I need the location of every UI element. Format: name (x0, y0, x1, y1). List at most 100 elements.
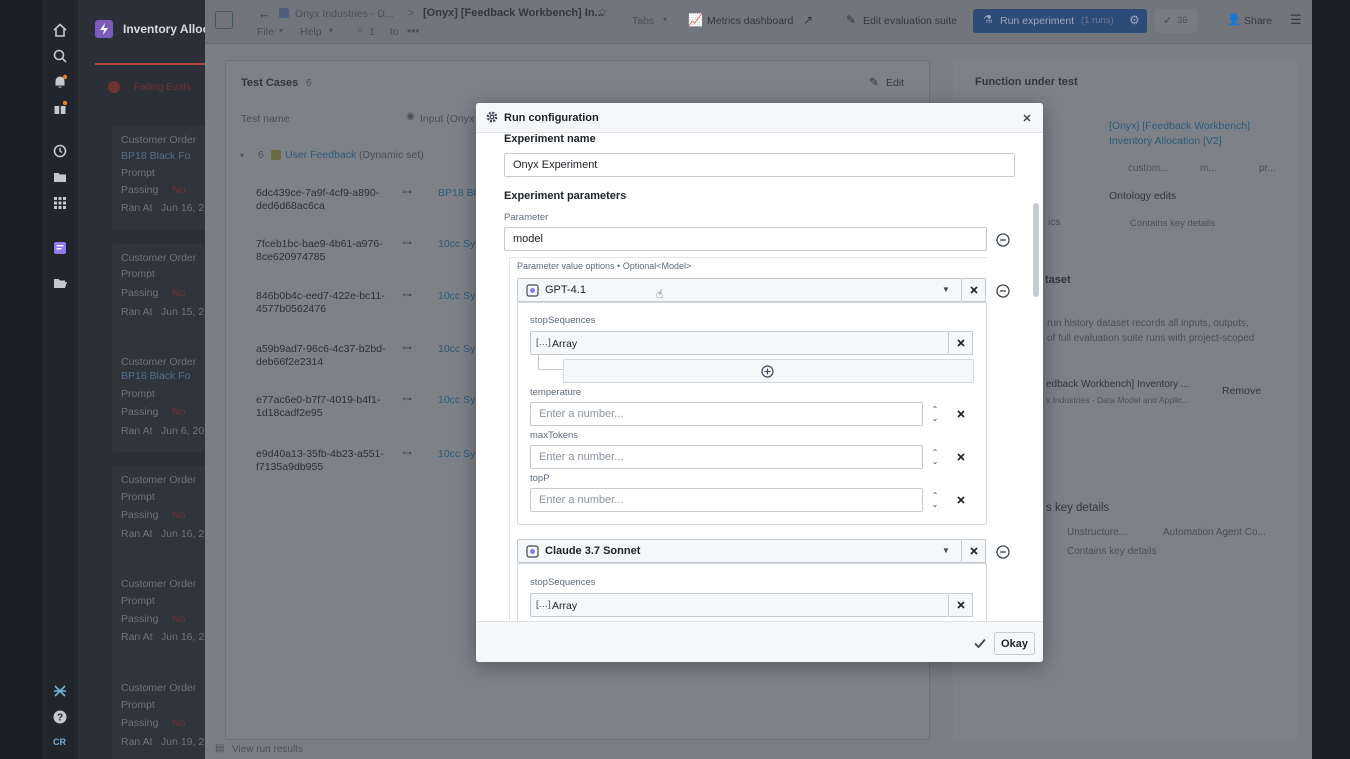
flask-icon: ⚗ (983, 14, 993, 26)
parameter-input[interactable]: model (504, 227, 987, 251)
add-circle-icon (761, 365, 774, 378)
max-tokens-input[interactable]: Enter a number... (530, 445, 923, 469)
dataset-desc-2: of full evaluation suite runs with proje… (1047, 333, 1255, 344)
chip-3[interactable]: pr... (1259, 163, 1276, 174)
chevron-down-icon[interactable]: ▾ (240, 151, 244, 160)
breadcrumb-page[interactable]: [Onyx] [Feedback Workbench] In... (423, 7, 604, 19)
remove-parameter-icon[interactable] (995, 232, 1011, 248)
stop-sequences-array[interactable]: […] Array (530, 331, 949, 355)
star-icon[interactable]: ☆ (597, 5, 608, 19)
remove-option-1-icon[interactable] (995, 283, 1011, 299)
remove-option-2-icon[interactable] (995, 544, 1011, 560)
bell-icon[interactable] (52, 74, 68, 90)
eval-card[interactable]: Customer Order Prompt Passing No Ran At … (112, 466, 205, 570)
gift-icon[interactable] (52, 100, 68, 116)
close-icon[interactable] (1020, 111, 1034, 125)
clear-temperature-button[interactable] (949, 402, 973, 426)
search-icon[interactable] (52, 48, 68, 64)
clear-stop-sequences-button[interactable] (949, 331, 973, 355)
share-button[interactable]: Share (1244, 15, 1272, 27)
failing-evals-label[interactable]: Failing Evals (134, 82, 191, 93)
failing-icon (108, 81, 120, 93)
help-menu[interactable]: Help (300, 26, 322, 38)
open-folder-icon[interactable] (52, 275, 68, 291)
model-select-1-value: GPT-4.1 (545, 284, 586, 296)
clear-max-tokens-button[interactable] (949, 445, 973, 469)
stop-sequences-label: stopSequences (530, 315, 596, 326)
key-details-title: s key details (1046, 502, 1110, 514)
temperature-input[interactable]: Enter a number... (530, 402, 923, 426)
value-options-label: Parameter value options • Optional<Model… (517, 261, 692, 271)
chevron-down-icon[interactable]: ⌄ (932, 414, 939, 423)
aip-icon[interactable] (52, 683, 68, 699)
checks-button[interactable]: ✓ 36 (1155, 9, 1197, 33)
clear-stop-sequences-button[interactable] (949, 593, 973, 617)
file-menu[interactable]: File (257, 26, 274, 38)
function-link[interactable]: [Onyx] [Feedback Workbench] (1109, 120, 1250, 132)
branch-count[interactable]: 1 (369, 26, 375, 38)
tabs-menu[interactable]: Tabs (632, 15, 654, 27)
dialog-scrollbar[interactable] (1033, 203, 1039, 297)
folder-icon[interactable] (52, 169, 68, 185)
column-input[interactable]: Input (Onyx (420, 113, 474, 125)
chip-1[interactable]: custom... (1128, 163, 1169, 174)
top-p-stepper[interactable]: ⌃ ⌄ (923, 488, 947, 512)
group-type: (Dynamic set) (359, 149, 424, 161)
view-run-results-link[interactable]: View run results (232, 744, 303, 755)
settings-gear-icon[interactable]: ⚙ (1129, 13, 1140, 27)
experiment-name-input[interactable]: Onyx Experiment (504, 153, 1015, 177)
apps-grid-icon[interactable] (52, 195, 68, 211)
model-select-2[interactable]: Claude 3.7 Sonnet ▼ (517, 539, 962, 563)
chip-2[interactable]: m... (1200, 163, 1217, 174)
eval-card[interactable]: Customer Order BP18 Black Fo Prompt Pass… (112, 348, 205, 452)
metrics-dashboard-link[interactable]: Metrics dashboard (707, 15, 793, 27)
add-array-item-button[interactable] (563, 359, 974, 383)
chevron-up-icon[interactable]: ⌃ (932, 491, 939, 500)
breadcrumb-org[interactable]: Onyx Industries - D... (295, 8, 394, 20)
edit-test-cases-button[interactable]: Edit (886, 77, 904, 89)
contains-key-chip[interactable]: Contains key details (1130, 218, 1215, 229)
model-select-1[interactable]: GPT-4.1 ▼ (517, 278, 962, 302)
chevron-down-icon[interactable]: ⌄ (932, 500, 939, 509)
remove-button[interactable]: Remove (1222, 385, 1261, 397)
column-test-name[interactable]: Test name (241, 113, 289, 125)
back-arrow-icon[interactable]: ← (258, 6, 271, 21)
dataset-item[interactable]: edback Workbench] Inventory ... (1046, 379, 1189, 390)
okay-button[interactable]: Okay (994, 632, 1035, 655)
menu-icon[interactable]: ☰ (1290, 12, 1302, 28)
more-icon[interactable]: ••• (407, 24, 420, 38)
clear-top-p-button[interactable] (949, 488, 973, 512)
chevron-up-icon[interactable]: ⌃ (932, 405, 939, 414)
group-label[interactable]: User Feedback (285, 149, 356, 161)
svg-text:?: ? (57, 713, 63, 724)
sidebar-title: Inventory Allocat (123, 22, 205, 36)
chevron-down-icon: ▾ (329, 26, 334, 35)
eval-card[interactable]: Customer Order Prompt Passing No Ran At … (112, 674, 205, 759)
chevron-up-icon[interactable]: ⌃ (932, 448, 939, 457)
key-detail-3[interactable]: Contains key details (1067, 546, 1157, 557)
dialog-body: Experiment name Onyx Experiment Experime… (476, 133, 1043, 623)
model-type-icon (526, 284, 539, 297)
help-icon[interactable]: ? (52, 709, 68, 725)
eval-card[interactable]: Customer Order Prompt Passing No Ran At … (112, 570, 205, 674)
temperature-stepper[interactable]: ⌃ ⌄ (923, 402, 947, 426)
key-detail-2[interactable]: Automation Agent Co... (1163, 527, 1266, 538)
edit-suite-button[interactable]: Edit evaluation suite (863, 15, 957, 27)
workbench-icon[interactable] (52, 240, 68, 256)
eval-card[interactable]: Customer Order BP18 Black Fo Prompt Pass… (112, 126, 205, 230)
clear-model-1-button[interactable] (962, 278, 986, 302)
home-icon[interactable] (52, 22, 68, 38)
key-detail-1[interactable]: Unstructure... (1067, 527, 1127, 538)
user-initials[interactable]: CR (53, 737, 66, 747)
chevron-down-icon: ▾ (663, 15, 668, 24)
clear-model-2-button[interactable] (962, 539, 986, 563)
run-experiment-button[interactable]: ⚗ Run experiment (1 runs) ⚙ (973, 9, 1147, 33)
function-link-2[interactable]: Inventory Allocation [V2] (1109, 135, 1222, 147)
external-link-icon: ↗ (803, 13, 814, 27)
stop-sequences-array[interactable]: […] Array (530, 593, 949, 617)
chevron-down-icon[interactable]: ⌄ (932, 457, 939, 466)
max-tokens-stepper[interactable]: ⌃ ⌄ (923, 445, 947, 469)
history-icon[interactable] (52, 143, 68, 159)
eval-card[interactable]: Customer Order Prompt Passing No Ran At … (112, 244, 205, 348)
top-p-input[interactable]: Enter a number... (530, 488, 923, 512)
